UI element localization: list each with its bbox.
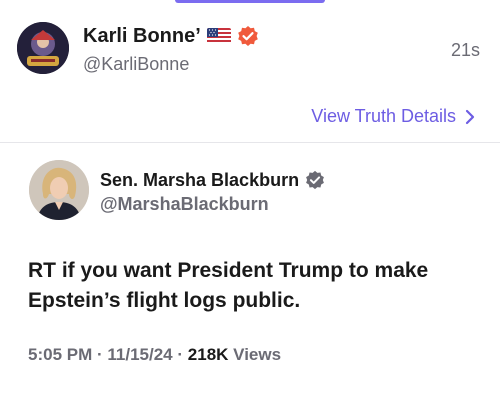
chevron-right-icon <box>464 108 476 126</box>
view-truth-details-link[interactable]: View Truth Details <box>311 106 476 127</box>
views-label: Views <box>233 345 282 364</box>
post-meta: 5:05 PM · 11/15/24 · 218K Views <box>28 345 281 365</box>
avatar[interactable] <box>17 22 69 74</box>
divider <box>0 142 500 143</box>
quoted-author-name[interactable]: Sen. Marsha Blackburn <box>100 170 299 191</box>
post-text: RT if you want President Trump to make E… <box>28 256 478 316</box>
post-time: 5:05 PM <box>28 345 93 364</box>
verified-badge-icon <box>305 170 325 190</box>
quoted-author-handle[interactable]: @MarshaBlackburn <box>100 194 269 215</box>
post-date: 11/15/24 <box>107 345 173 364</box>
view-truth-details-label: View Truth Details <box>311 106 456 126</box>
views-count: 218K <box>187 345 229 364</box>
timestamp: 21s <box>450 40 480 60</box>
us-flag-icon <box>206 28 231 44</box>
author-name[interactable]: Karli Bonne’ <box>83 25 201 48</box>
post-text-line: Epstein’s flight logs public. <box>28 289 301 312</box>
meta-separator: · <box>96 345 103 364</box>
quoted-avatar[interactable] <box>29 160 89 220</box>
quoted-avatar-image <box>29 160 89 220</box>
verified-badge-icon <box>237 25 259 47</box>
meta-separator: · <box>177 345 184 364</box>
author-name-row: Karli Bonne’ <box>83 22 259 50</box>
quoted-author-name-row: Sen. Marsha Blackburn <box>100 168 325 192</box>
avatar-image <box>17 22 69 74</box>
top-accent-bar <box>175 0 325 3</box>
author-handle[interactable]: @KarliBonne <box>83 54 189 75</box>
post-text-line: RT if you want President Trump to make <box>28 259 429 282</box>
